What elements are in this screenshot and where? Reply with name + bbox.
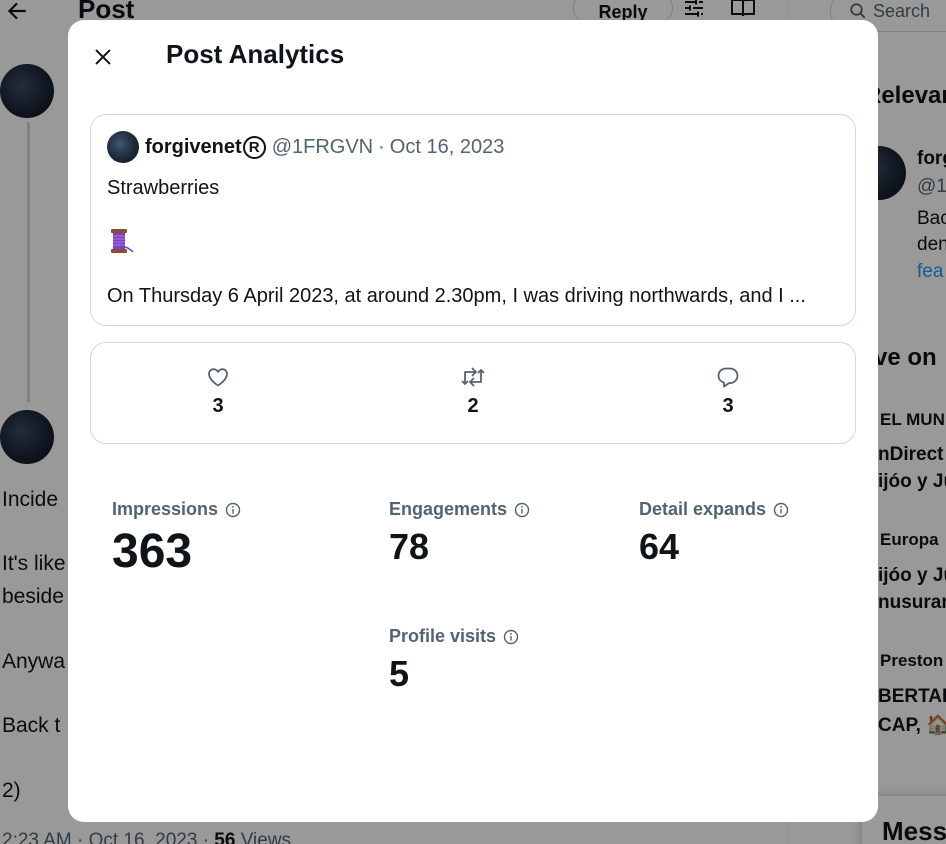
reposts-metric[interactable]: 2 xyxy=(443,365,503,418)
likes-count: 3 xyxy=(212,395,224,417)
info-icon[interactable] xyxy=(503,629,519,645)
reposts-count: 2 xyxy=(467,395,479,417)
post-text: Strawberries xyxy=(107,177,220,199)
engagement-metrics-card: 3 2 3 xyxy=(90,342,856,444)
impressions-label: Impressions xyxy=(112,499,241,520)
engagements-label-text: Engagements xyxy=(389,499,508,519)
profile-visits-value: 5 xyxy=(389,653,410,694)
close-icon xyxy=(95,49,111,65)
engagements-value: 78 xyxy=(389,526,430,567)
reply-bubble-icon xyxy=(717,367,739,388)
impressions-label-text: Impressions xyxy=(112,499,219,519)
profile-visits-label-text: Profile visits xyxy=(389,626,497,646)
post-date[interactable]: Oct 16, 2023 xyxy=(390,136,505,159)
engagements-stat: Engagements 78 xyxy=(389,499,530,568)
thread-spool-emoji-icon xyxy=(107,227,135,255)
impressions-stat: Impressions 363 xyxy=(112,499,241,579)
modal-title: Post Analytics xyxy=(166,39,345,69)
quoted-post-card[interactable]: forgivenet R @1FRGVN · Oct 16, 2023 Stra… xyxy=(90,114,856,326)
replies-metric[interactable]: 3 xyxy=(698,365,758,418)
post-analytics-modal: Post Analytics forgivenet R @1FRGVN · Oc… xyxy=(68,20,878,822)
repost-icon xyxy=(461,367,485,387)
engagements-label: Engagements xyxy=(389,499,530,520)
post-text: On Thursday 6 April 2023, at around 2.30… xyxy=(107,285,806,307)
profile-visits-label: Profile visits xyxy=(389,626,519,647)
post-handle[interactable]: @1FRGVN xyxy=(272,136,373,159)
info-icon[interactable] xyxy=(514,502,530,518)
avatar[interactable] xyxy=(107,131,139,163)
close-button[interactable] xyxy=(86,40,120,74)
detail-expands-label: Detail expands xyxy=(639,499,789,520)
heart-icon xyxy=(208,368,228,387)
separator-dot: · xyxy=(378,135,385,158)
impressions-value: 363 xyxy=(112,525,193,578)
detail-expands-value: 64 xyxy=(639,526,680,567)
likes-metric[interactable]: 3 xyxy=(188,365,248,418)
info-icon[interactable] xyxy=(773,502,789,518)
replies-count: 3 xyxy=(722,395,734,417)
detail-expands-stat: Detail expands 64 xyxy=(639,499,789,568)
post-display-name[interactable]: forgivenet xyxy=(145,136,242,159)
registered-mark: R xyxy=(242,135,266,159)
profile-visits-stat: Profile visits 5 xyxy=(389,626,519,695)
post-header: forgivenet R @1FRGVN · Oct 16, 2023 xyxy=(107,131,504,163)
info-icon[interactable] xyxy=(225,502,241,518)
detail-expands-label-text: Detail expands xyxy=(639,499,767,519)
